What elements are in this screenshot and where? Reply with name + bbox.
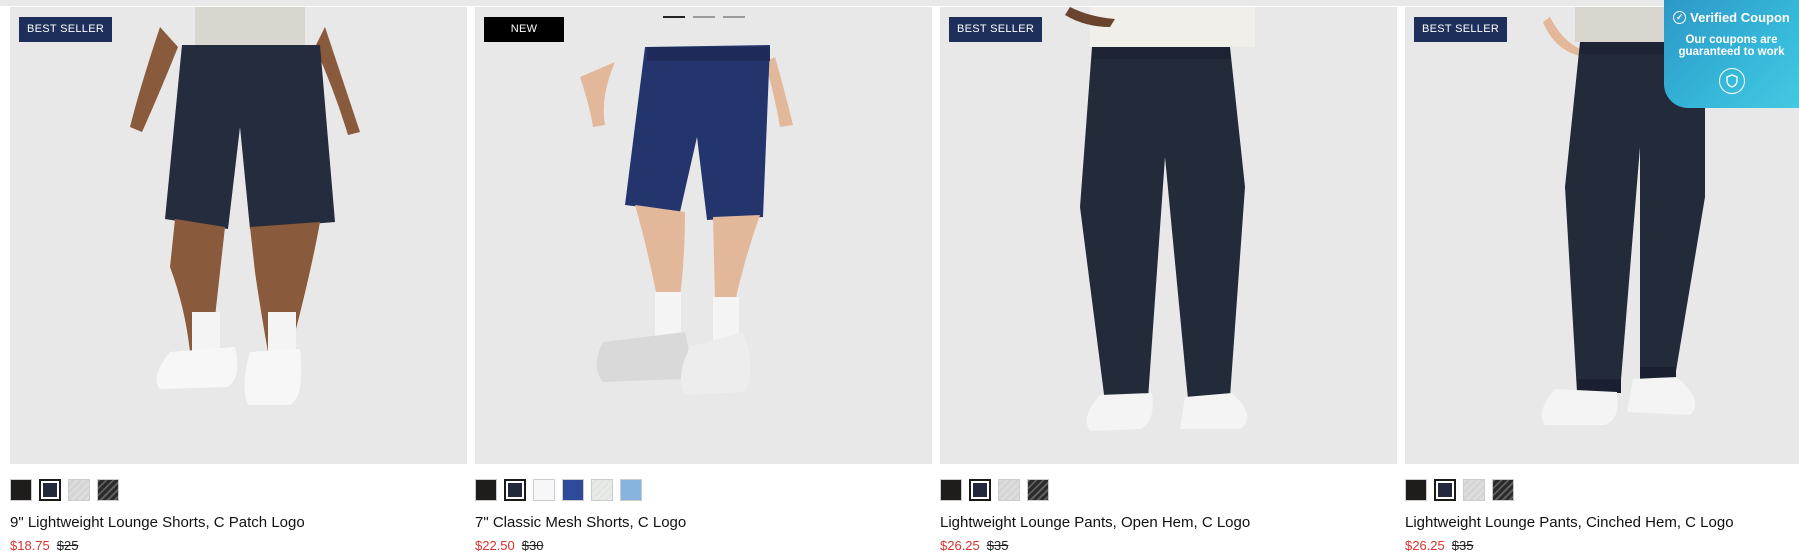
image-carousel-dots[interactable] xyxy=(663,16,745,18)
product-card[interactable]: BEST SELLER 9" Lightweight Lounge Shorts… xyxy=(10,7,467,553)
product-image[interactable]: BEST SELLER xyxy=(10,7,467,464)
price-row: $26.25 $35 xyxy=(1405,538,1799,553)
color-swatch[interactable] xyxy=(969,479,991,501)
price-row: $26.25 $35 xyxy=(940,538,1397,553)
best-seller-badge: BEST SELLER xyxy=(949,17,1043,42)
color-swatch[interactable] xyxy=(475,479,497,501)
color-swatch[interactable] xyxy=(1434,479,1456,501)
color-swatch[interactable] xyxy=(504,479,526,501)
verified-coupon-widget[interactable]: ✓ Verified Coupon Our coupons are guaran… xyxy=(1664,0,1799,108)
product-photo-art xyxy=(580,45,793,395)
best-seller-badge: BEST SELLER xyxy=(1414,17,1508,42)
product-image[interactable]: NEW xyxy=(475,7,932,464)
product-grid: BEST SELLER 9" Lightweight Lounge Shorts… xyxy=(10,7,1799,553)
product-photo-art xyxy=(1065,7,1255,431)
color-swatch[interactable] xyxy=(1405,479,1427,501)
coupon-header: ✓ Verified Coupon xyxy=(1664,10,1799,25)
product-card[interactable]: BEST SELLER Lightweight Lounge Pants, Op… xyxy=(940,7,1397,553)
sale-price: $22.50 xyxy=(475,538,515,553)
color-swatch[interactable] xyxy=(39,479,61,501)
sale-price: $26.25 xyxy=(1405,538,1445,553)
shield-glyph xyxy=(1725,74,1738,88)
product-name[interactable]: 9" Lightweight Lounge Shorts, C Patch Lo… xyxy=(10,514,467,532)
sale-price: $26.25 xyxy=(940,538,980,553)
color-swatch[interactable] xyxy=(562,479,584,501)
color-swatches xyxy=(940,479,1397,501)
new-badge: NEW xyxy=(484,17,564,42)
color-swatch[interactable] xyxy=(1492,479,1514,501)
product-photo-art xyxy=(130,7,360,405)
color-swatch[interactable] xyxy=(998,479,1020,501)
sale-price: $18.75 xyxy=(10,538,50,553)
carousel-dot[interactable] xyxy=(663,16,685,18)
color-swatch[interactable] xyxy=(533,479,555,501)
original-price: $35 xyxy=(1451,538,1474,553)
color-swatch[interactable] xyxy=(940,479,962,501)
color-swatches xyxy=(10,479,467,501)
best-seller-badge: BEST SELLER xyxy=(19,17,113,42)
product-card[interactable]: NEW 7" Classic Mesh Shorts, C Logo $22.5… xyxy=(475,7,932,553)
color-swatch[interactable] xyxy=(1027,479,1049,501)
coupon-subtitle: Our coupons are guaranteed to work xyxy=(1678,34,1785,58)
color-swatch[interactable] xyxy=(620,479,642,501)
price-row: $18.75 $25 xyxy=(10,538,467,553)
original-price: $30 xyxy=(521,538,544,553)
product-name[interactable]: Lightweight Lounge Pants, Cinched Hem, C… xyxy=(1405,514,1799,532)
price-row: $22.50 $30 xyxy=(475,538,932,553)
carousel-dot[interactable] xyxy=(693,16,715,18)
color-swatch[interactable] xyxy=(97,479,119,501)
color-swatch[interactable] xyxy=(591,479,613,501)
top-scroll-bar xyxy=(0,0,1799,6)
color-swatch[interactable] xyxy=(68,479,90,501)
coupon-title: Verified Coupon xyxy=(1690,10,1790,25)
product-name[interactable]: 7" Classic Mesh Shorts, C Logo xyxy=(475,514,932,532)
color-swatches xyxy=(475,479,932,501)
original-price: $35 xyxy=(986,538,1009,553)
check-circle-icon: ✓ xyxy=(1673,11,1687,24)
original-price: $25 xyxy=(56,538,79,553)
carousel-dot[interactable] xyxy=(723,16,745,18)
product-image[interactable]: BEST SELLER xyxy=(940,7,1397,464)
color-swatch[interactable] xyxy=(10,479,32,501)
product-name[interactable]: Lightweight Lounge Pants, Open Hem, C Lo… xyxy=(940,514,1397,532)
shield-check-icon[interactable] xyxy=(1718,68,1745,94)
color-swatches xyxy=(1405,479,1799,501)
color-swatch[interactable] xyxy=(1463,479,1485,501)
